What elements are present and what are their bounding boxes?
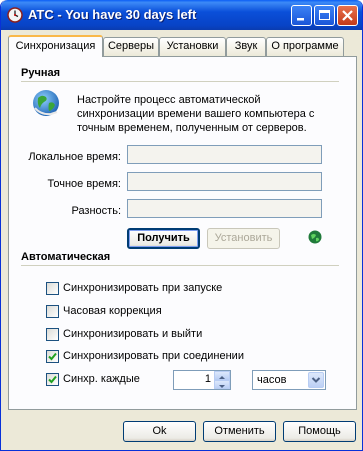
- divider: [21, 265, 339, 266]
- divider: [21, 81, 339, 82]
- ok-button[interactable]: Ok: [123, 421, 196, 442]
- sync-every-label: Синхр. каждые: [63, 373, 140, 385]
- dropdown-button[interactable]: [308, 372, 324, 388]
- cancel-button[interactable]: Отменить: [203, 421, 276, 442]
- arrow-down-icon: [219, 385, 225, 388]
- auto-group-title: Автоматическая: [21, 251, 111, 263]
- tab-settings[interactable]: Установки: [159, 37, 226, 56]
- interval-unit-select[interactable]: часов: [252, 370, 326, 390]
- sync-on-connect-label: Синхронизировать при соединении: [63, 350, 244, 362]
- difference-field: [127, 199, 322, 218]
- interval-unit-value: часов: [257, 374, 287, 386]
- tab-servers[interactable]: Серверы: [103, 37, 159, 56]
- sync-and-exit-label: Синхронизировать и выйти: [63, 328, 203, 340]
- window-title: ATC - You have 30 days left: [28, 7, 197, 22]
- difference-label: Разность:: [71, 205, 121, 217]
- maximize-button[interactable]: [314, 5, 335, 26]
- manual-description: Настройте процесс автоматической синхрон…: [77, 94, 315, 134]
- close-button[interactable]: [337, 5, 358, 26]
- sync-on-connect-checkbox[interactable]: [46, 350, 59, 363]
- app-window: ATC - You have 30 days left Синхронизаци…: [0, 0, 363, 451]
- local-time-field: [127, 145, 322, 164]
- sync-and-exit-checkbox[interactable]: [46, 328, 59, 341]
- minimize-button[interactable]: [291, 5, 312, 26]
- exact-time-field: [127, 172, 322, 191]
- help-button[interactable]: Помощь: [283, 421, 356, 442]
- manual-group-title: Ручная: [21, 67, 61, 79]
- minimize-icon: [297, 18, 304, 21]
- interval-spin-buttons: [214, 371, 230, 389]
- title-bar[interactable]: ATC - You have 30 days left: [1, 0, 362, 30]
- interval-stepper[interactable]: 1: [173, 370, 231, 390]
- hourly-correction-label: Часовая коррекция: [63, 305, 162, 317]
- globe-icon: [31, 88, 61, 118]
- sync-every-checkbox[interactable]: [46, 373, 59, 386]
- globe-status-icon: [308, 230, 322, 244]
- set-button[interactable]: Установить: [207, 228, 280, 249]
- interval-up-button[interactable]: [214, 371, 230, 380]
- exact-time-label: Точное время:: [47, 178, 122, 190]
- maximize-icon: [319, 10, 330, 20]
- close-icon: [342, 10, 353, 21]
- get-button[interactable]: Получить: [127, 228, 200, 249]
- interval-down-button[interactable]: [214, 380, 230, 389]
- tab-sync[interactable]: Синхронизация: [8, 35, 103, 57]
- tab-about[interactable]: О программе: [266, 37, 344, 56]
- chevron-down-icon: [311, 377, 321, 383]
- sync-on-start-checkbox[interactable]: [46, 282, 59, 295]
- sync-on-start-label: Синхронизировать при запуске: [63, 282, 223, 294]
- tab-sound[interactable]: Звук: [226, 37, 266, 56]
- interval-value[interactable]: 1: [205, 373, 211, 385]
- clock-icon: [7, 7, 23, 23]
- checkmark-icon: [48, 375, 57, 384]
- checkmark-icon: [48, 352, 57, 361]
- local-time-label: Локальное время:: [28, 151, 121, 163]
- sync-panel: Ручная Настройте процесс автоматической …: [8, 56, 357, 410]
- hourly-correction-checkbox[interactable]: [46, 305, 59, 318]
